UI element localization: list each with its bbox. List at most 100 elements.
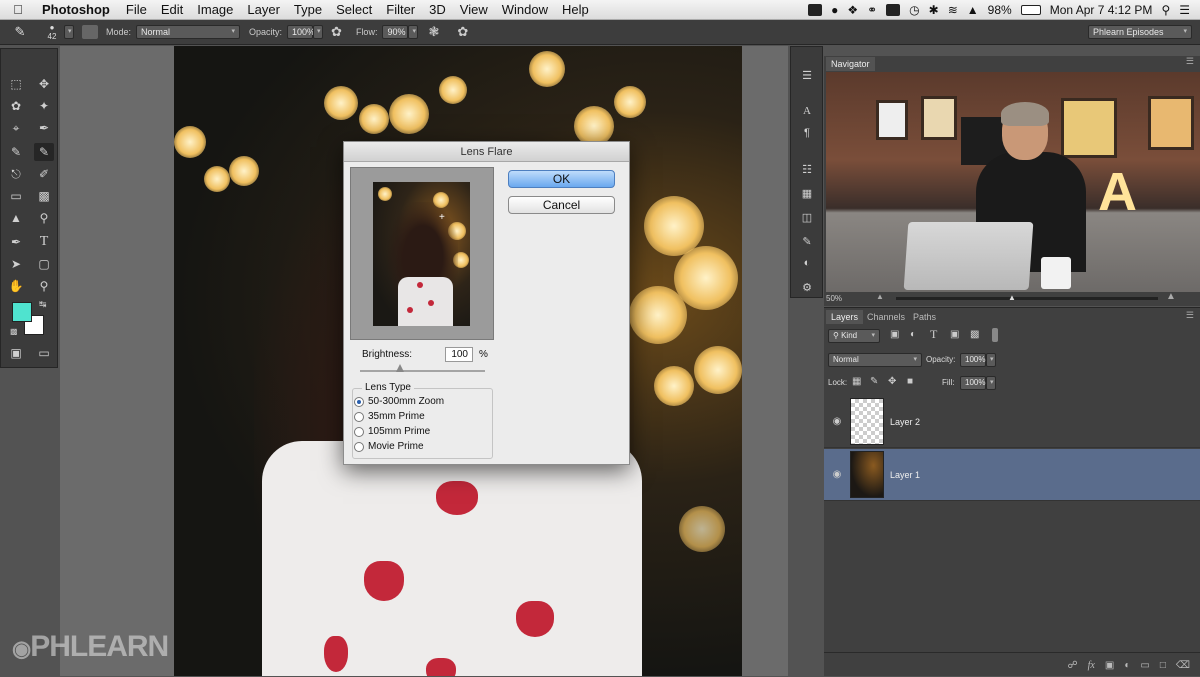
visibility-eye-icon[interactable]: ◉ xyxy=(824,416,850,427)
tab-layers[interactable]: Layers xyxy=(826,310,864,324)
fill-dropdown[interactable]: ▾ xyxy=(986,376,996,390)
fill-input[interactable]: 100% xyxy=(960,376,986,390)
menu-file[interactable]: File xyxy=(119,2,154,17)
healing-brush-icon[interactable]: ✎ xyxy=(6,143,26,161)
trash-icon[interactable]: ⌫ xyxy=(1176,660,1190,671)
dialog-title[interactable]: Lens Flare xyxy=(344,142,629,162)
brush-panel-icon[interactable]: ✎ xyxy=(799,235,815,249)
quick-mask-icon[interactable]: ▣ xyxy=(6,344,26,362)
crop-tool-icon[interactable]: ⌖ xyxy=(6,119,26,137)
time-machine-icon[interactable]: ◷ xyxy=(909,3,919,17)
swap-colors-icon[interactable]: ↹ xyxy=(39,299,47,310)
mode-select[interactable]: Normal ▾ xyxy=(136,25,241,39)
creative-cloud-icon[interactable]: ⚭ xyxy=(867,3,877,17)
filter-toggle[interactable] xyxy=(992,328,998,342)
magic-wand-icon[interactable]: ✦ xyxy=(34,97,54,115)
panel-menu-icon[interactable]: ☰ xyxy=(1186,56,1194,67)
brush-tool-icon[interactable]: ✎ xyxy=(34,143,54,161)
swatches-panel-icon[interactable]: ▦ xyxy=(799,187,815,201)
menu-help[interactable]: Help xyxy=(555,2,596,17)
foreground-color-swatch[interactable] xyxy=(12,302,32,322)
add-mask-icon[interactable]: ▣ xyxy=(1105,660,1114,671)
history-panel-icon[interactable]: ☰ xyxy=(799,69,815,83)
new-group-icon[interactable]: ▭ xyxy=(1140,660,1149,671)
paragraph-panel-icon[interactable]: ¶ xyxy=(799,127,815,141)
layer-name[interactable]: Layer 2 xyxy=(890,417,920,427)
menu-filter[interactable]: Filter xyxy=(379,2,422,17)
layer-opacity-input[interactable]: 100% xyxy=(960,353,986,367)
search-icon[interactable]: ⚲ xyxy=(1161,3,1170,17)
flare-preview[interactable]: + xyxy=(350,167,494,340)
apple-icon[interactable]:  xyxy=(0,2,36,17)
lock-transparent-icon[interactable]: ▦ xyxy=(852,376,861,387)
lens-option-35mm[interactable]: 35mm Prime xyxy=(354,411,425,422)
link-layers-icon[interactable]: ☍ xyxy=(1068,660,1078,671)
clone-stamp-icon[interactable]: ⎋ xyxy=(6,165,26,183)
zoom-out-icon[interactable]: ▲ xyxy=(876,292,884,301)
dropbox-icon[interactable]: ❖ xyxy=(847,3,858,17)
list-icon[interactable]: ☰ xyxy=(1179,3,1190,17)
airbrush-icon[interactable]: ❃ xyxy=(428,24,439,40)
filter-smart-object-icon[interactable]: ▩ xyxy=(970,329,979,340)
properties-panel-icon[interactable]: ⚙ xyxy=(799,281,815,295)
navigator-zoom-slider[interactable] xyxy=(896,297,1158,300)
info-panel-icon[interactable]: ☷ xyxy=(799,163,815,177)
lock-pixels-icon[interactable]: ✎ xyxy=(870,376,878,387)
menu-image[interactable]: Image xyxy=(190,2,240,17)
menu-view[interactable]: View xyxy=(453,2,495,17)
brush-dropdown[interactable]: ▾ xyxy=(64,25,74,39)
navigator-zoom-thumb[interactable]: ▲ xyxy=(1008,293,1016,302)
brush-panel-icon[interactable] xyxy=(82,25,98,39)
eyedropper-icon[interactable]: ✒ xyxy=(34,119,54,137)
adjustments-panel-icon[interactable]: ◫ xyxy=(799,211,815,225)
default-colors-icon[interactable]: ▩ xyxy=(10,327,18,336)
ok-button[interactable]: OK xyxy=(508,170,615,188)
flow-input[interactable]: 90% xyxy=(382,25,409,39)
clock[interactable]: Mon Apr 7 4:12 PM xyxy=(1050,3,1153,17)
eraser-tool-icon[interactable]: ▭ xyxy=(6,187,26,205)
blur-tool-icon[interactable]: ▲ xyxy=(6,209,26,227)
opacity-input[interactable]: 100% xyxy=(287,25,315,39)
layer-row-layer-1[interactable]: ◉ Layer 1 xyxy=(824,449,1200,501)
battery-text[interactable]: 98% xyxy=(988,3,1012,17)
brightness-input[interactable]: 100 xyxy=(445,347,473,362)
menu-window[interactable]: Window xyxy=(495,2,555,17)
marquee-tool-icon[interactable]: ⬚ xyxy=(6,75,26,93)
kind-filter-select[interactable]: ⚲ Kind ▾ xyxy=(828,329,880,343)
dodge-tool-icon[interactable]: ⚲ xyxy=(34,209,54,227)
filter-adjustment-icon[interactable]: ◐ xyxy=(910,329,916,340)
move-tool-icon[interactable]: ✥ xyxy=(34,75,54,93)
lens-option-105mm[interactable]: 105mm Prime xyxy=(354,426,430,437)
brightness-slider[interactable] xyxy=(360,370,485,372)
gradient-tool-icon[interactable]: ▩ xyxy=(34,187,54,205)
filter-type-icon[interactable]: T xyxy=(930,327,937,342)
opacity-dropdown[interactable]: ▾ xyxy=(313,25,324,39)
radio-icon[interactable] xyxy=(354,411,364,422)
layer-opacity-dropdown[interactable]: ▾ xyxy=(986,353,996,367)
flare-center-crosshair[interactable]: + xyxy=(439,212,445,223)
layer-row-layer-2[interactable]: ◉ Layer 2 xyxy=(824,396,1200,448)
layer-thumbnail[interactable] xyxy=(850,451,884,498)
layer-style-icon[interactable]: fx xyxy=(1088,660,1095,671)
path-selection-icon[interactable]: ➤ xyxy=(6,255,26,273)
color-panel-icon[interactable]: ◐ xyxy=(799,257,815,271)
layers-menu-icon[interactable]: ☰ xyxy=(1186,310,1194,321)
radio-selected-icon[interactable] xyxy=(354,396,364,407)
wifi-icon[interactable]: ≋ xyxy=(948,3,958,17)
tab-navigator[interactable]: Navigator xyxy=(826,57,875,71)
cancel-button[interactable]: Cancel xyxy=(508,196,615,214)
menu-edit[interactable]: Edit xyxy=(154,2,190,17)
screen-mode-icon[interactable]: ▭ xyxy=(34,344,54,362)
radio-icon[interactable] xyxy=(354,426,364,437)
menu-3d[interactable]: 3D xyxy=(422,2,453,17)
brush-size-picker[interactable]: ● 42 xyxy=(40,23,64,41)
app-menu[interactable]: Photoshop xyxy=(36,2,119,17)
airplay-icon[interactable] xyxy=(886,3,901,16)
navigator-zoom-value[interactable]: 50% xyxy=(826,294,842,303)
type-tool-icon[interactable]: T xyxy=(34,233,54,251)
notification-icon[interactable]: ● xyxy=(831,3,838,17)
radio-icon[interactable] xyxy=(354,441,364,452)
flow-dropdown[interactable]: ▾ xyxy=(408,25,419,39)
lens-option-50-300mm[interactable]: 50-300mm Zoom xyxy=(354,396,444,407)
new-layer-icon[interactable]: □ xyxy=(1160,660,1166,671)
